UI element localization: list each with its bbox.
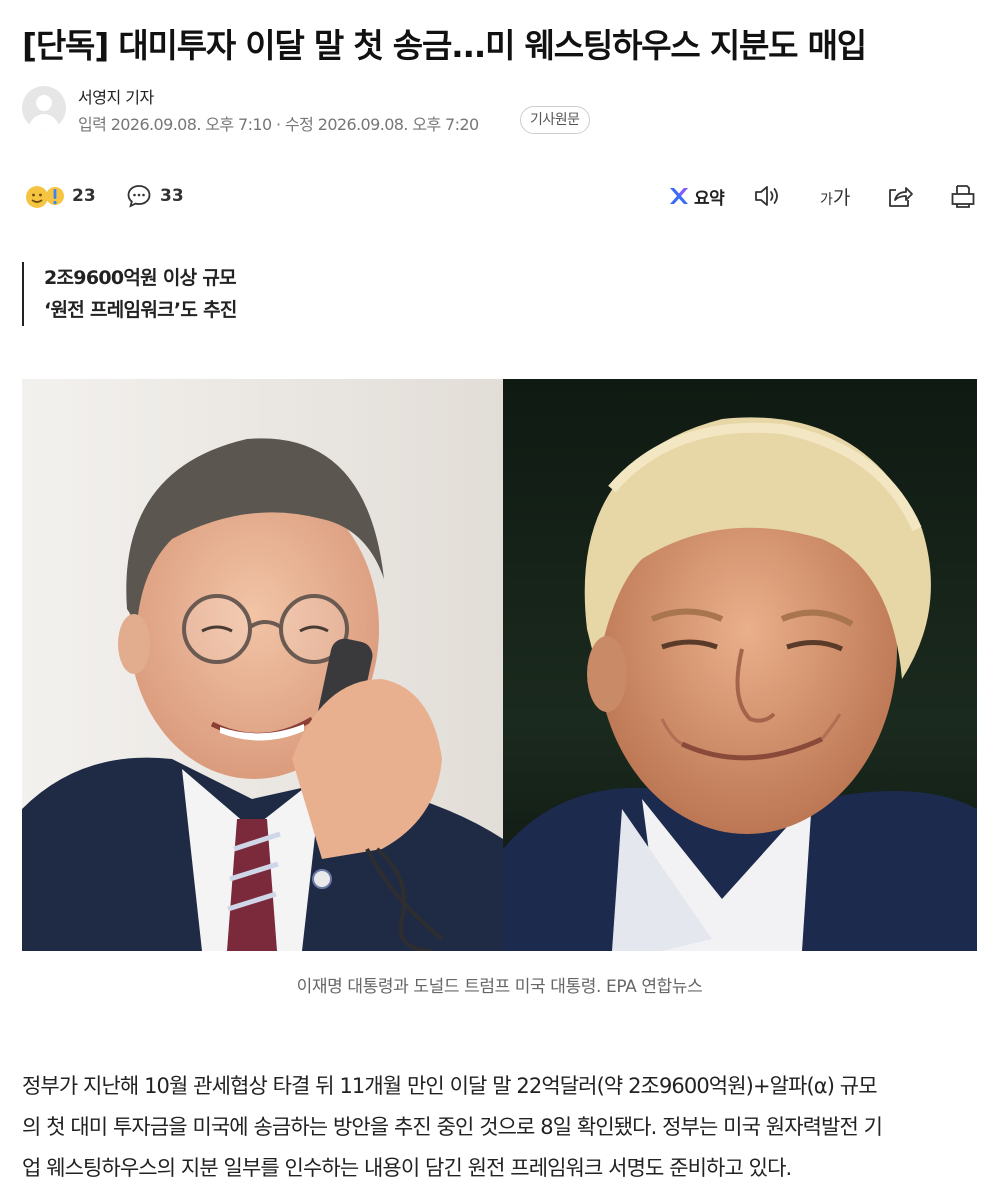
body-line-2: 의 첫 대미 투자금을 미국에 송금하는 방안을 추진 중인 것으로 8일 확인… [22, 1115, 883, 1139]
summary-label: 요약 [694, 188, 725, 209]
article-headline: [단독] 대미투자 이달 말 첫 송금...미 웨스팅하우스 지분도 매입 [22, 26, 867, 65]
article-dates: 입력 2026.09.08. 오후 7:10 · 수정 2026.09.08. … [78, 115, 479, 134]
reporter-avatar[interactable] [22, 86, 66, 130]
photo-caption: 이재명 대통령과 도널드 트럼프 미국 대통령. EPA 연합뉴스 [296, 977, 703, 997]
body-line-1: 정부가 지난해 10월 관세협상 타결 뒤 11개월 만인 이달 말 22억달러… [22, 1074, 878, 1098]
speech-bubble-icon [126, 183, 152, 209]
font-size-label: 가가 [820, 183, 850, 210]
ai-summary-icon [668, 185, 690, 207]
comment-count: 33 [160, 186, 184, 206]
subhead-1: 2조9600억원 이상 규모 [44, 267, 237, 289]
byline: 서영지 기자 입력 2026.09.08. 오후 7:10 · 수정 2026.… [22, 84, 982, 134]
reaction-button[interactable]: 23 [24, 174, 96, 218]
subheads: 2조9600억원 이상 규모 ‘원전 프레임워크’도 추진 [22, 262, 237, 326]
article-photo[interactable] [22, 379, 977, 951]
font-size-large-label: 가 [832, 186, 851, 209]
audio-button[interactable] [753, 174, 783, 218]
reporter-name[interactable]: 서영지 기자 [78, 84, 154, 108]
share-icon [886, 183, 914, 209]
font-size-small-label: 가 [820, 191, 833, 208]
reaction-count: 23 [72, 186, 96, 206]
comment-button[interactable]: 33 [126, 174, 184, 218]
subhead-2: ‘원전 프레임워크’도 추진 [44, 299, 237, 321]
speaker-icon [753, 183, 783, 209]
article-body: 정부가 지난해 10월 관세협상 타결 뒤 11개월 만인 이달 말 22억달러… [22, 1066, 980, 1189]
original-article-button[interactable]: 기사원문 [520, 106, 590, 134]
print-icon [950, 183, 976, 209]
summary-button[interactable]: 요약 [668, 174, 725, 218]
font-size-button[interactable]: 가가 [820, 174, 850, 218]
share-button[interactable] [886, 174, 914, 218]
emoji-reaction-icon [24, 181, 64, 211]
body-line-3: 업 웨스팅하우스의 지분 일부를 인수하는 내용이 담긴 원전 프레임워크 서명… [22, 1156, 792, 1180]
article-toolbar: 23 33 요약 가가 [22, 174, 980, 218]
print-button[interactable] [950, 174, 976, 218]
